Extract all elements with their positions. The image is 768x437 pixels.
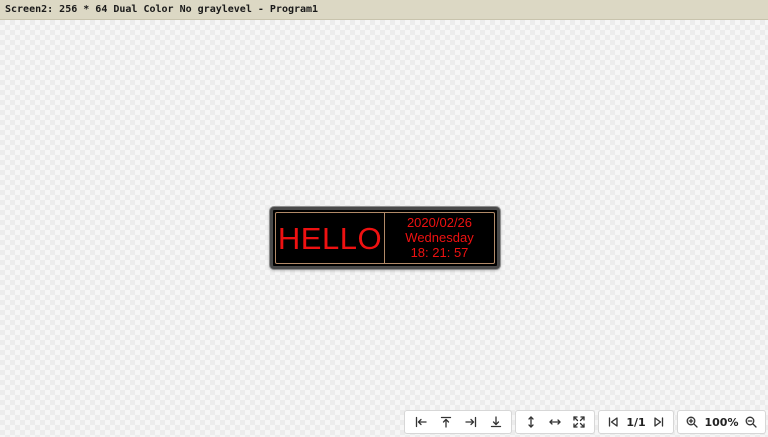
align-toolbar bbox=[404, 410, 512, 434]
fit-screen-icon[interactable] bbox=[569, 412, 589, 432]
zoom-out-icon[interactable] bbox=[741, 412, 761, 432]
stretch-vertical-icon[interactable] bbox=[521, 412, 541, 432]
zoom-in-icon[interactable] bbox=[682, 412, 702, 432]
clock-weekday: Wednesday bbox=[405, 230, 474, 245]
clock-area[interactable]: 2020/02/26 Wednesday 18: 21: 57 bbox=[385, 213, 494, 263]
led-screen-inner: HELLO 2020/02/26 Wednesday 18: 21: 57 bbox=[275, 212, 495, 264]
page-indicator: 1/1 bbox=[626, 415, 646, 429]
align-left-icon[interactable] bbox=[411, 412, 431, 432]
size-toolbar bbox=[515, 410, 595, 434]
clock-time: 18: 21: 57 bbox=[410, 245, 469, 260]
align-top-icon[interactable] bbox=[436, 412, 456, 432]
window-title: Screen2: 256 * 64 Dual Color No grayleve… bbox=[5, 4, 319, 15]
led-screen-preview[interactable]: HELLO 2020/02/26 Wednesday 18: 21: 57 bbox=[270, 207, 500, 269]
stretch-horizontal-icon[interactable] bbox=[545, 412, 565, 432]
hello-text: HELLO bbox=[277, 220, 383, 256]
align-bottom-icon[interactable] bbox=[486, 412, 506, 432]
title-bar: Screen2: 256 * 64 Dual Color No grayleve… bbox=[0, 0, 768, 20]
text-area[interactable]: HELLO bbox=[276, 213, 385, 263]
zoom-level: 100% bbox=[704, 415, 739, 429]
clock-date: 2020/02/26 bbox=[406, 215, 473, 230]
align-right-icon[interactable] bbox=[461, 412, 481, 432]
zoom-toolbar: 100% bbox=[677, 410, 766, 434]
previous-page-icon[interactable] bbox=[603, 412, 623, 432]
next-page-icon[interactable] bbox=[649, 412, 669, 432]
page-toolbar: 1/1 bbox=[598, 410, 674, 434]
